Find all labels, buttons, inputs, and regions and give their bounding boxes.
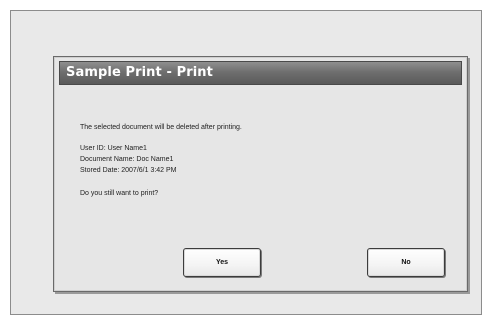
delete-warning-message: The selected document will be deleted af… xyxy=(80,124,242,131)
document-name-text: Document Name: Doc Name1 xyxy=(80,156,174,163)
user-id-text: User ID: User Name1 xyxy=(80,145,147,152)
confirm-question: Do you still want to print? xyxy=(80,190,159,197)
no-button[interactable]: No xyxy=(367,248,445,277)
yes-button[interactable]: Yes xyxy=(183,248,261,277)
dialog-title-bar: Sample Print - Print xyxy=(59,61,462,85)
stored-date-text: Stored Date: 2007/6/1 3:42 PM xyxy=(80,167,177,174)
touch-screen-background: Sample Print - Print The selected docume… xyxy=(10,10,482,315)
dialog-title: Sample Print - Print xyxy=(66,65,213,80)
confirmation-dialog: Sample Print - Print The selected docume… xyxy=(53,56,468,292)
